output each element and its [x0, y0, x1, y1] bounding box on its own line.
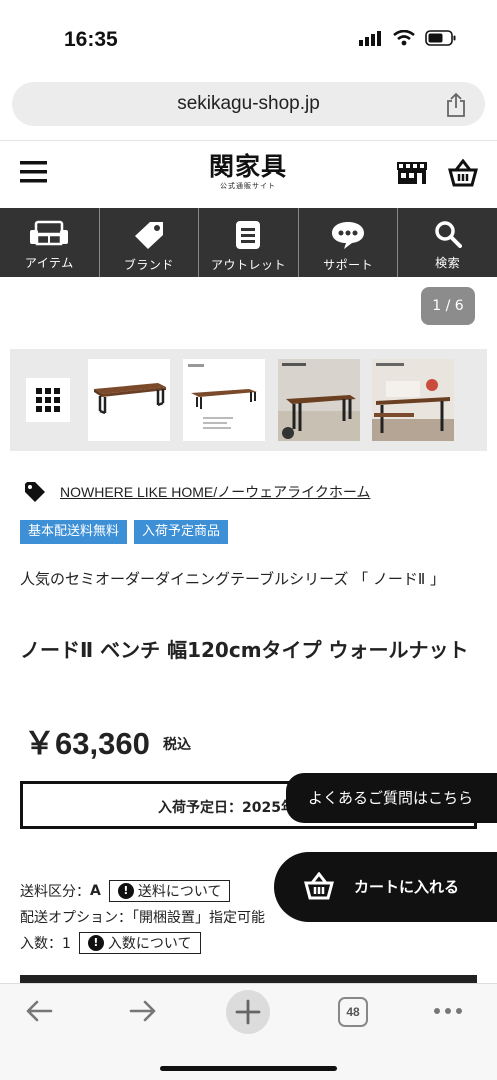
- nav-item-items[interactable]: アイテム: [0, 208, 100, 277]
- nav-label: ブランド: [123, 258, 174, 272]
- bench-diagram-image: [183, 359, 265, 441]
- search-icon: [434, 221, 462, 248]
- nav-label: アイテム: [24, 256, 74, 270]
- tabs-count-button[interactable]: 48: [338, 997, 368, 1027]
- bench-image: [88, 359, 170, 441]
- logo-sub-text: 公式通販サイト: [220, 182, 276, 190]
- category-nav: アイテム ブランド アウトレット サポート 検索: [0, 208, 497, 277]
- bench-room-image: [278, 359, 360, 441]
- plus-icon: [235, 999, 261, 1025]
- incoming-product-badge: 入荷予定商品: [134, 520, 229, 544]
- thumbnail-image[interactable]: [88, 359, 170, 441]
- quantity-info-button-label: 入数について: [107, 936, 192, 952]
- chat-bubble-icon: [332, 222, 365, 249]
- exclamation-icon: !: [117, 883, 134, 899]
- free-shipping-badge: 基本配送料無料: [20, 520, 128, 544]
- cart-icon: [304, 872, 334, 900]
- product-badges: 基本配送料無料 入荷予定商品: [20, 520, 229, 544]
- home-indicator: [160, 1066, 337, 1071]
- status-bar: 16:35: [0, 0, 497, 72]
- site-header: 関家具 公式通販サイト: [0, 140, 497, 208]
- exclamation-icon: !: [87, 935, 104, 951]
- add-to-cart-label: カートに入れる: [354, 878, 460, 896]
- hamburger-menu-icon[interactable]: [20, 161, 47, 183]
- quantity-line: 入数：1 ! 入数について: [20, 930, 265, 956]
- delivery-option-text: 配送オプション：「開梱設置」指定可能: [20, 910, 265, 926]
- wifi-icon: [393, 30, 415, 46]
- document-icon: [236, 221, 261, 249]
- nav-label: 検索: [435, 256, 461, 270]
- faq-button[interactable]: よくあるご質問はこちら: [286, 773, 497, 823]
- new-tab-button[interactable]: [226, 990, 270, 1034]
- nav-item-support[interactable]: サポート: [299, 208, 399, 277]
- thumbnail-image[interactable]: [372, 359, 454, 441]
- status-time: 16:35: [64, 28, 118, 51]
- logo-main-text: 関家具: [208, 152, 287, 181]
- brand-row: NOWHERE LIKE HOME/ノーウェアライクホーム: [24, 482, 370, 502]
- brand-link[interactable]: NOWHERE LIKE HOME/ノーウェアライクホーム: [60, 482, 370, 502]
- back-arrow-icon[interactable]: [24, 996, 54, 1026]
- add-to-cart-button[interactable]: カートに入れる: [274, 852, 497, 922]
- product-subtitle: 人気のセミオーダーダイニングテーブルシリーズ 「 ノードⅡ 」: [20, 570, 446, 588]
- nav-item-outlet[interactable]: アウトレット: [199, 208, 299, 277]
- dining-room-image: [372, 359, 454, 441]
- thumbnail-image[interactable]: [278, 359, 360, 441]
- site-logo[interactable]: 関家具 公式通販サイト: [200, 153, 296, 191]
- product-price: ￥63,360: [24, 726, 150, 761]
- shipping-class-value: A: [90, 883, 101, 899]
- sofa-icon: [30, 220, 69, 246]
- nav-item-brand[interactable]: ブランド: [100, 208, 200, 277]
- grid-view-button[interactable]: [26, 378, 70, 422]
- shipping-class-label: 送料区分：: [20, 884, 90, 900]
- url-text: sekikagu-shop.jp: [177, 93, 320, 114]
- nav-label: サポート: [323, 258, 374, 272]
- store-icon[interactable]: [397, 160, 427, 186]
- cart-icon[interactable]: [448, 159, 478, 187]
- shipping-info-button-label: 送料について: [137, 884, 222, 900]
- section-divider: [20, 975, 477, 983]
- cellular-signal-icon: [359, 31, 381, 46]
- nav-item-search[interactable]: 検索: [398, 208, 497, 277]
- shipping-info: 送料区分： A ! 送料について 配送オプション：「開梱設置」指定可能 入数：1 …: [20, 878, 265, 956]
- tax-label: 税込: [163, 737, 191, 753]
- delivery-option-line: 配送オプション：「開梱設置」指定可能: [20, 904, 265, 930]
- gallery-counter: 1 / 6: [421, 287, 475, 325]
- quantity-info-button[interactable]: ! 入数について: [78, 932, 201, 954]
- tag-icon: [134, 222, 163, 249]
- address-bar[interactable]: sekikagu-shop.jp: [12, 82, 485, 126]
- more-options-icon[interactable]: [432, 1006, 464, 1016]
- thumbnail-image[interactable]: [183, 359, 265, 441]
- share-icon[interactable]: [445, 92, 467, 118]
- quantity-text: 入数：1: [20, 936, 71, 952]
- forward-arrow-icon[interactable]: [128, 996, 158, 1026]
- product-title: ノードⅡ ベンチ 幅120cmタイプ ウォールナット: [20, 638, 469, 662]
- shipping-info-button[interactable]: ! 送料について: [108, 880, 231, 902]
- arrival-date-text: 入荷予定日：2025年: [158, 800, 295, 816]
- grid-icon: [36, 388, 60, 412]
- status-icons: [359, 30, 457, 46]
- thumbnail-strip: [10, 349, 487, 451]
- tag-icon: [25, 482, 45, 502]
- shipping-class-line: 送料区分： A ! 送料について: [20, 878, 265, 904]
- battery-icon: [425, 30, 456, 46]
- nav-label: アウトレット: [210, 258, 286, 272]
